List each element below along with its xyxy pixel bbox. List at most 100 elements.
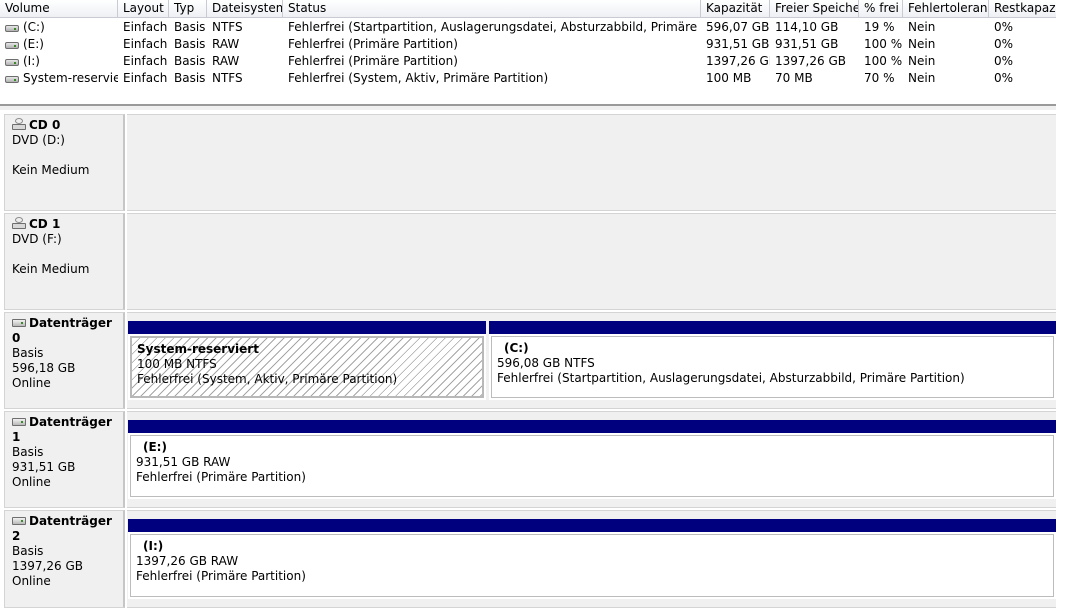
- volume-row-i[interactable]: (I:) Einfach Basis RAW Fehlerfrei (Primä…: [0, 53, 1056, 70]
- partition-size: 596,08 GB NTFS: [497, 356, 595, 370]
- volume-overhead: 0%: [994, 71, 1014, 85]
- disk-row-disk2: Datenträger 2 Basis 1397,26 GB Online (I…: [4, 510, 1056, 608]
- disk-name: Datenträger 2: [12, 514, 112, 543]
- partition-i[interactable]: (I:) 1397,26 GB RAW Fehlerfrei (Primäre …: [128, 519, 1056, 599]
- partition-status: Fehlerfrei (Primäre Partition): [136, 569, 306, 583]
- column-header-capacity[interactable]: Kapazität: [701, 0, 770, 17]
- partition-e[interactable]: (E:) 931,51 GB RAW Fehlerfrei (Primäre P…: [128, 420, 1056, 499]
- column-header-layout[interactable]: Layout: [118, 0, 169, 17]
- drive-icon: [5, 59, 19, 66]
- partition-title: System-reserviert: [137, 342, 259, 356]
- disk-name: Datenträger 1: [12, 415, 112, 444]
- disk-row-disk0: Datenträger 0 Basis 596,18 GB Online Sys…: [4, 312, 1056, 409]
- column-header-overhead[interactable]: Restkapazität: [989, 0, 1056, 17]
- volume-layout: Einfach: [123, 71, 168, 85]
- disk-area-disk0: System-reserviert 100 MB NTFS Fehlerfrei…: [127, 312, 1056, 409]
- disk-info-line: Online: [12, 475, 51, 489]
- volume-free-space: 114,10 GB: [775, 20, 839, 34]
- volume-status: Fehlerfrei (Primäre Partition): [288, 37, 458, 51]
- partition-bar: [489, 321, 1056, 334]
- hard-disk-icon: [12, 319, 26, 327]
- volume-type: Basis: [174, 54, 206, 68]
- disk-info-line: DVD (D:): [12, 133, 65, 147]
- column-header-volume[interactable]: Volume: [0, 0, 118, 17]
- disk-info-line: Basis: [12, 346, 44, 360]
- drive-icon: [5, 42, 19, 49]
- partition-system-reserved[interactable]: System-reserviert 100 MB NTFS Fehlerfrei…: [128, 321, 486, 400]
- volume-overhead: 0%: [994, 54, 1014, 68]
- hard-disk-icon: [12, 517, 26, 525]
- volume-status: Fehlerfrei (Startpartition, Auslagerungs…: [288, 20, 701, 34]
- disk-info-line: [12, 148, 123, 163]
- volume-row-c[interactable]: (C:) Einfach Basis NTFS Fehlerfrei (Star…: [0, 19, 1056, 36]
- volume-percent-free: 100 %: [864, 37, 903, 51]
- disk-info-line: [12, 247, 123, 262]
- partition-c[interactable]: (C:) 596,08 GB NTFS Fehlerfrei (Startpar…: [489, 321, 1056, 400]
- disk-info-line: 596,18 GB: [12, 361, 76, 375]
- column-header-status[interactable]: Status: [283, 0, 701, 17]
- volume-name: (C:): [23, 20, 45, 34]
- volume-free-space: 931,51 GB: [775, 37, 839, 51]
- partition-bar: [128, 321, 486, 334]
- volume-fault-tolerance: Nein: [908, 54, 936, 68]
- disk-name: CD 0: [29, 118, 61, 132]
- disk-info-line: Basis: [12, 544, 44, 558]
- right-edge-strip: [1056, 0, 1065, 608]
- pane-splitter[interactable]: [0, 104, 1056, 110]
- partition-bar: [128, 519, 1056, 532]
- disk-row-disk1: Datenträger 1 Basis 931,51 GB Online (E:…: [4, 411, 1056, 508]
- volume-overhead: 0%: [994, 20, 1014, 34]
- volume-list-header: Volume Layout Typ Dateisystem Status Kap…: [0, 0, 1056, 18]
- disk-label-cd0[interactable]: CD 0 DVD (D:) Kein Medium: [4, 114, 125, 211]
- volume-capacity: 100 MB: [706, 71, 752, 85]
- disk-info-line: 1397,26 GB: [12, 559, 83, 573]
- volume-layout: Einfach: [123, 20, 168, 34]
- partition-title: (I:): [143, 539, 164, 553]
- volume-status: Fehlerfrei (System, Aktiv, Primäre Parti…: [288, 71, 549, 85]
- partition-size: 1397,26 GB RAW: [136, 554, 239, 568]
- volume-filesystem: RAW: [212, 54, 240, 68]
- disk-info-line: Online: [12, 376, 51, 390]
- volume-fault-tolerance: Nein: [908, 20, 936, 34]
- disk-label-disk1[interactable]: Datenträger 1 Basis 931,51 GB Online: [4, 411, 125, 508]
- disk-area-cd1: [127, 213, 1056, 310]
- volume-type: Basis: [174, 37, 206, 51]
- cd-drive-icon: [12, 118, 26, 130]
- drive-icon: [5, 25, 19, 32]
- volume-percent-free: 19 %: [864, 20, 895, 34]
- volume-name: System-reserviert: [23, 71, 118, 85]
- column-header-type[interactable]: Typ: [169, 0, 207, 17]
- disk-row-cd1: CD 1 DVD (F:) Kein Medium: [4, 213, 1056, 310]
- disk-label-disk2[interactable]: Datenträger 2 Basis 1397,26 GB Online: [4, 510, 125, 608]
- disk-label-disk0[interactable]: Datenträger 0 Basis 596,18 GB Online: [4, 312, 125, 409]
- column-header-fault-tolerance[interactable]: Fehlertoleranz: [903, 0, 989, 17]
- volume-layout: Einfach: [123, 54, 168, 68]
- column-header-filesystem[interactable]: Dateisystem: [207, 0, 283, 17]
- volume-name: (I:): [23, 54, 40, 68]
- disk-info-line: Basis: [12, 445, 44, 459]
- volume-list: Volume Layout Typ Dateisystem Status Kap…: [0, 0, 1056, 104]
- cd-drive-icon: [12, 217, 26, 229]
- disk-info-line: Kein Medium: [12, 262, 90, 276]
- volume-row-system-reserved[interactable]: System-reserviert Einfach Basis NTFS Feh…: [0, 70, 1056, 87]
- hard-disk-icon: [12, 418, 26, 426]
- disk-info-line: 931,51 GB: [12, 460, 76, 474]
- volume-capacity: 1397,26 GB: [706, 54, 770, 68]
- volume-row-e[interactable]: (E:) Einfach Basis RAW Fehlerfrei (Primä…: [0, 36, 1056, 53]
- partition-bar: [128, 420, 1056, 433]
- volume-status: Fehlerfrei (Primäre Partition): [288, 54, 458, 68]
- partition-title: (C:): [504, 341, 529, 355]
- volume-filesystem: NTFS: [212, 71, 243, 85]
- disk-info-line: Kein Medium: [12, 163, 90, 177]
- drive-icon: [5, 76, 19, 83]
- disk-info-line: DVD (F:): [12, 232, 62, 246]
- disk-label-cd1[interactable]: CD 1 DVD (F:) Kein Medium: [4, 213, 125, 310]
- disk-area-cd0: [127, 114, 1056, 211]
- volume-percent-free: 100 %: [864, 54, 903, 68]
- volume-free-space: 70 MB: [775, 71, 813, 85]
- column-header-free-space[interactable]: Freier Speicher: [770, 0, 859, 17]
- volume-filesystem: NTFS: [212, 20, 243, 34]
- volume-fault-tolerance: Nein: [908, 37, 936, 51]
- partition-status: Fehlerfrei (Startpartition, Auslagerungs…: [497, 371, 965, 385]
- column-header-percent-free[interactable]: % frei: [859, 0, 903, 17]
